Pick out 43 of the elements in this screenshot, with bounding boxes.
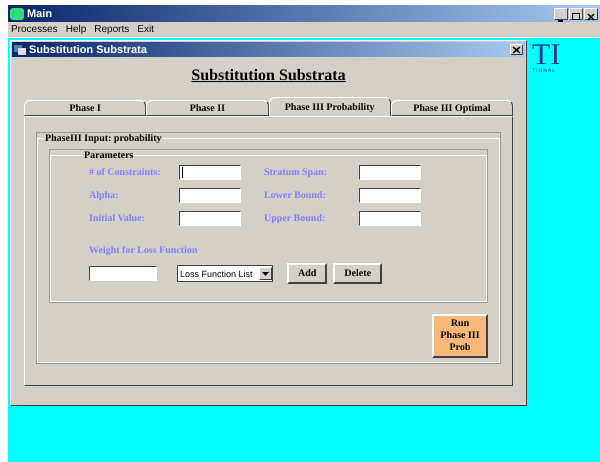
menu-item[interactable]: Reports bbox=[94, 24, 130, 35]
tab[interactable]: Phase I bbox=[24, 100, 146, 116]
page-heading: Substitution Substrata bbox=[191, 67, 346, 85]
input-field[interactable] bbox=[179, 188, 241, 203]
input-field[interactable] bbox=[179, 165, 241, 180]
logo-text: TI bbox=[532, 40, 560, 70]
input-field[interactable] bbox=[359, 188, 421, 203]
menu-item[interactable]: Help bbox=[66, 24, 86, 35]
close-button[interactable] bbox=[584, 8, 598, 20]
minimize-button[interactable] bbox=[554, 8, 568, 20]
input-field[interactable] bbox=[179, 211, 241, 226]
dialog-title: Substitution Substrata bbox=[29, 44, 147, 56]
tab[interactable]: Phase III Optimal bbox=[390, 100, 513, 116]
app-icon bbox=[10, 8, 24, 20]
tab[interactable]: Phase III Probability bbox=[268, 97, 391, 116]
menu-item[interactable]: Exit bbox=[137, 24, 154, 35]
field-label: Stratum Span: bbox=[264, 167, 328, 178]
action-button[interactable]: Add bbox=[287, 263, 328, 284]
window-icon bbox=[14, 44, 26, 55]
field-label: Alpha: bbox=[89, 190, 120, 201]
field-label: Lower Bound: bbox=[264, 190, 327, 201]
close-button[interactable] bbox=[510, 44, 523, 55]
action-button[interactable]: Delete bbox=[333, 263, 382, 284]
close-icon bbox=[512, 46, 521, 54]
field-label: Weight for Loss Function bbox=[89, 245, 198, 256]
input-field[interactable] bbox=[359, 165, 421, 180]
input-field[interactable] bbox=[89, 266, 157, 281]
dropdown[interactable]: Loss Function List bbox=[177, 265, 273, 282]
caret-icon bbox=[262, 272, 269, 276]
field-label: Initial Value: bbox=[89, 213, 146, 224]
run-button[interactable]: Run Phase III Prob bbox=[432, 314, 488, 358]
maximize-icon bbox=[570, 12, 582, 22]
input-field[interactable] bbox=[359, 211, 421, 226]
minimize-icon bbox=[558, 20, 563, 22]
group-title: Parameters bbox=[83, 150, 134, 161]
close-icon bbox=[585, 12, 597, 22]
maximize-button[interactable] bbox=[569, 8, 583, 20]
field-label: Upper Bound: bbox=[264, 213, 326, 224]
menu-item[interactable]: Processes bbox=[11, 24, 58, 35]
tab[interactable]: Phase II bbox=[146, 100, 268, 116]
window-title: Main bbox=[27, 8, 52, 20]
field-label: # of Constraints: bbox=[89, 167, 162, 178]
group-title: PhaseIII Input: probability bbox=[44, 133, 163, 144]
